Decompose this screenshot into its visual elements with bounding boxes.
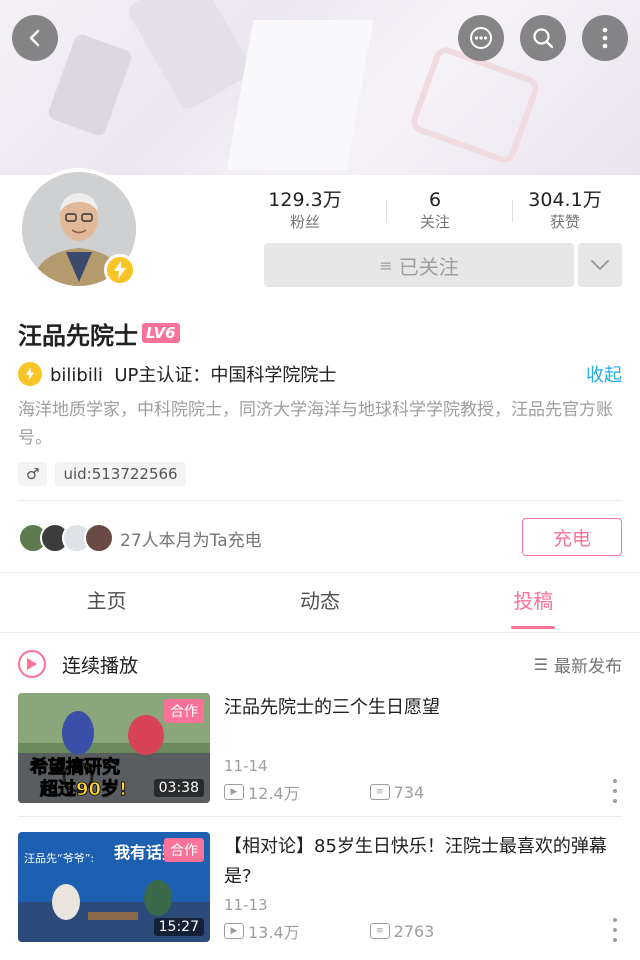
stat-following[interactable]: 6 关注 <box>370 188 500 234</box>
video-thumbnail[interactable]: 希望搞研究 超过90岁! 合作 03:38 <box>18 693 210 803</box>
stat-value: 304.1万 <box>528 189 602 211</box>
charger-avatar <box>84 523 114 553</box>
stat-value: 6 <box>428 189 442 211</box>
stat-label: 获赞 <box>549 213 580 231</box>
certification-row: bilibili UP主认证：中国科学院院士 收起 <box>18 361 622 387</box>
banner-decoration <box>125 0 255 112</box>
more-options-button[interactable] <box>582 15 628 61</box>
continuous-play-label[interactable]: 连续播放 <box>62 651 534 678</box>
video-item[interactable]: 汪品先“爷爷”: 我有话要说 合作 15:27 【相对论】85岁生日快乐！汪院士… <box>18 832 622 944</box>
danmaku-icon: ≡ <box>369 784 390 800</box>
profile-tags: ♂ uid:513722566 <box>18 462 186 486</box>
play-icon[interactable] <box>18 650 46 678</box>
banner-decoration <box>407 43 543 167</box>
banner-decoration <box>226 20 374 170</box>
profile-tabs: 主页 动态 投稿 <box>0 573 640 631</box>
video-title[interactable]: 汪品先院士的三个生日愿望 <box>224 693 612 723</box>
video-thumbnail[interactable]: 汪品先“爷爷”: 我有话要说 合作 15:27 <box>18 832 210 942</box>
chevron-left-icon <box>29 29 40 47</box>
danmaku-count: 734 <box>393 782 425 802</box>
follow-dropdown-button[interactable] <box>578 243 622 287</box>
thumbnail-caption: 超过90岁! <box>40 778 127 800</box>
cert-source: bilibili <box>50 365 103 386</box>
view-count: 13.4万 <box>248 923 300 942</box>
menu-lines-icon: ≡ <box>379 255 393 275</box>
continuous-play-row: 连续播放 ☰ 最新发布 <box>18 648 622 680</box>
back-button[interactable] <box>12 15 58 61</box>
video-date: 11-14 <box>224 757 268 775</box>
lightning-icon <box>114 261 126 279</box>
vertical-dots-icon <box>602 27 608 49</box>
chat-bubble-icon <box>470 27 492 49</box>
divider <box>0 632 640 633</box>
banner-decoration <box>46 32 134 138</box>
gender-icon: ♂ <box>18 462 48 486</box>
collab-badge: 合作 <box>164 838 204 862</box>
sort-lines-icon: ☰ <box>533 654 548 674</box>
tab-dynamics[interactable]: 动态 <box>213 573 426 631</box>
divider <box>386 200 387 222</box>
name-row: 汪品先院士 LV6 <box>18 316 180 350</box>
divider <box>18 500 622 501</box>
uid-tag[interactable]: uid:513722566 <box>55 462 186 486</box>
video-date: 11-13 <box>224 896 268 914</box>
play-count-icon: ▶ <box>224 784 244 800</box>
charge-button[interactable]: 充电 <box>522 518 622 556</box>
danmaku-icon: ≡ <box>369 923 390 939</box>
video-meta: ▶ 12.4万 ≡ 734 <box>224 781 424 803</box>
collapse-link[interactable]: 收起 <box>586 361 622 387</box>
video-duration: 03:38 <box>153 779 204 797</box>
level-badge: LV6 <box>142 323 180 343</box>
user-name: 汪品先院士 <box>18 321 138 350</box>
followed-button[interactable]: ≡ 已关注 <box>264 243 574 287</box>
stat-fans[interactable]: 129.3万 粉丝 <box>240 188 370 234</box>
sort-label: 最新发布 <box>554 656 622 677</box>
bio-text: 海洋地质学家，中科院院士，同济大学海洋与地球科学学院教授，汪品先官方账号。 <box>18 400 613 448</box>
more-icon[interactable] <box>610 779 620 803</box>
verified-badge <box>104 254 136 286</box>
thumbnail-caption: 汪品先“爷爷”: <box>24 851 94 865</box>
tab-submissions[interactable]: 投稿 <box>427 573 640 631</box>
stat-label: 关注 <box>419 213 450 231</box>
more-icon[interactable] <box>610 918 620 942</box>
verified-icon <box>18 362 42 386</box>
video-item[interactable]: 希望搞研究 超过90岁! 合作 03:38 汪品先院士的三个生日愿望 11-14… <box>18 693 622 805</box>
video-duration: 15:27 <box>153 918 204 936</box>
chevron-down-icon <box>591 260 609 271</box>
certification-text: bilibili UP主认证：中国科学院院士 <box>50 361 586 387</box>
search-button[interactable] <box>520 15 566 61</box>
play-count-icon: ▶ <box>224 923 244 939</box>
collab-badge: 合作 <box>164 699 204 723</box>
video-title[interactable]: 【相对论】85岁生日快乐！汪院士最喜欢的弹幕是? <box>224 832 612 892</box>
tab-home[interactable]: 主页 <box>0 573 213 631</box>
view-count: 12.4万 <box>248 784 300 803</box>
divider <box>18 816 622 817</box>
divider <box>512 200 513 222</box>
thumbnail-caption: 希望搞研究 <box>30 756 120 778</box>
sort-button[interactable]: ☰ 最新发布 <box>534 652 622 677</box>
followed-label: 已关注 <box>398 254 459 279</box>
stat-value: 129.3万 <box>268 189 342 211</box>
cert-title: UP主认证：中国科学院院士 <box>114 365 337 386</box>
search-icon <box>533 28 554 49</box>
stat-label: 粉丝 <box>289 213 320 231</box>
stats-bar: 129.3万 粉丝 6 关注 304.1万 获赞 <box>240 188 630 234</box>
video-meta: ▶ 13.4万 ≡ 2763 <box>224 920 434 942</box>
stat-likes[interactable]: 304.1万 获赞 <box>500 188 630 234</box>
charge-row: 27人本月为Ta充电 充电 <box>18 518 622 556</box>
message-button[interactable] <box>458 15 504 61</box>
danmaku-count: 2763 <box>393 921 435 941</box>
